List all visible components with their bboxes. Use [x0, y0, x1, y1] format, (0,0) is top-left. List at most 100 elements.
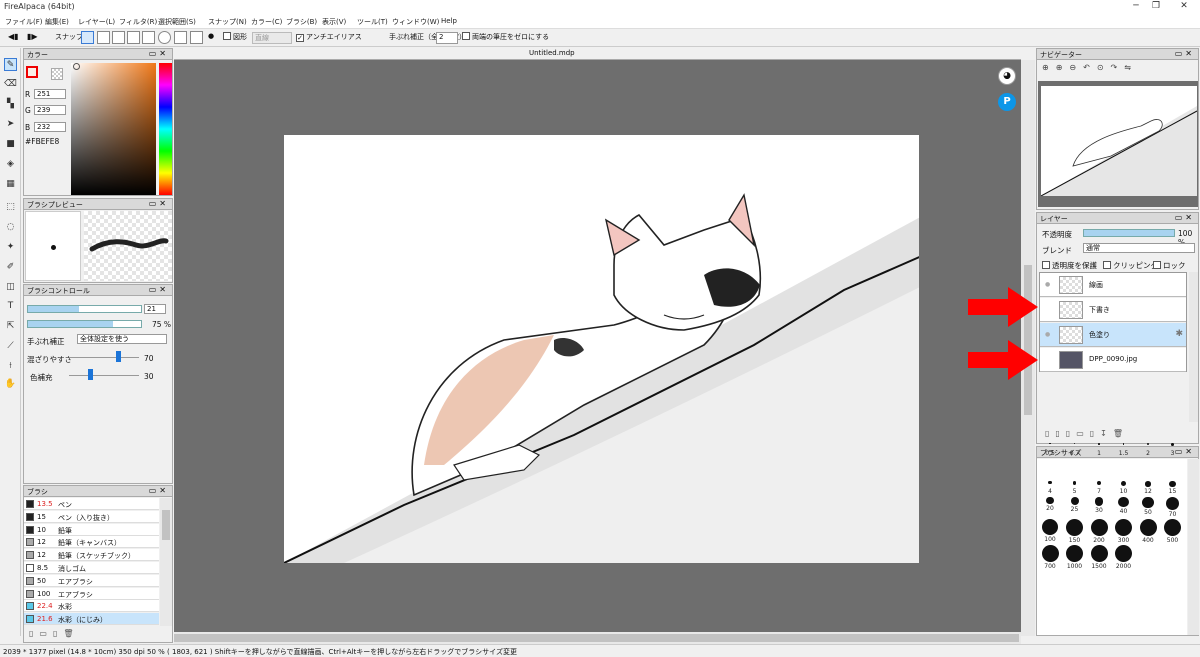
brush-size-cell[interactable]: 300 — [1112, 517, 1136, 544]
brush-size-cell[interactable]: 2000 — [1112, 543, 1136, 570]
menu-tool[interactable]: ツール(T) — [357, 17, 388, 27]
snap-dot-icon[interactable]: ● — [208, 32, 214, 44]
layer-item[interactable]: ● 色塗り ✱ — [1040, 323, 1186, 347]
next-icon[interactable]: ▮▶ — [27, 32, 38, 44]
stab-select[interactable]: 全体設定を使う — [77, 334, 167, 344]
antialias-checkbox[interactable]: アンチエイリアス — [296, 32, 362, 44]
brush-list-actions[interactable]: ▯▭▯🗑 — [29, 629, 80, 638]
snap-parallel-icon[interactable] — [97, 31, 110, 44]
brush-item[interactable]: 15 ペン（入り抜き） — [24, 510, 159, 523]
layer-item[interactable]: DPP_0090.jpg — [1040, 348, 1186, 372]
fill-tool-icon[interactable]: ■ — [4, 138, 17, 151]
eye-icon[interactable]: ● — [1045, 281, 1050, 288]
text-tool-icon[interactable]: T — [4, 300, 17, 313]
brush-size-cell[interactable]: 10 — [1112, 477, 1136, 495]
move-tool-icon[interactable]: ➤ — [4, 118, 17, 131]
artboard[interactable] — [283, 135, 925, 564]
snap-radial-icon[interactable] — [142, 31, 155, 44]
brush-size-cell[interactable]: 3 — [1161, 439, 1185, 457]
brush-size-cell[interactable]: 4 — [1038, 477, 1062, 495]
brush-size-cell[interactable]: 0.7 — [1063, 439, 1087, 457]
brush-size-cell[interactable]: 70 — [1161, 495, 1185, 518]
brush-size-cell[interactable]: 500 — [1161, 517, 1185, 544]
pixiv-icon[interactable]: P — [998, 93, 1016, 111]
snap-off-icon[interactable] — [81, 31, 94, 44]
divide-tool-icon[interactable]: ⟋ — [4, 340, 17, 353]
brush-size-cell[interactable]: 25 — [1063, 495, 1087, 517]
panel-float-close-icon[interactable]: ▭✕ — [1175, 213, 1195, 222]
menu-select[interactable]: 選択範囲(S) — [158, 17, 196, 27]
pen-tool-icon[interactable]: ✎ — [4, 58, 17, 71]
g-input[interactable]: 239 — [34, 105, 66, 115]
lasso-icon[interactable]: ◌ — [4, 221, 17, 234]
menu-view[interactable]: 表示(V) — [322, 17, 346, 27]
select-rect-icon[interactable]: ⬚ — [4, 201, 17, 214]
brush-item[interactable]: 100 エアブラシ — [24, 587, 159, 600]
brush-item[interactable]: 22.4 水彩 — [24, 600, 159, 613]
brush-size-cell[interactable]: 1 — [1087, 439, 1111, 457]
brush-item[interactable]: 10 鉛筆 — [24, 523, 159, 536]
panel-float-close-icon[interactable]: ▭✕ — [149, 49, 169, 58]
alpaca-icon[interactable]: ◕ — [998, 67, 1016, 85]
brush-item[interactable]: 12 鉛筆（キャンバス） — [24, 536, 159, 549]
layer-settings-icon[interactable]: ✱ — [1175, 329, 1183, 339]
brush-size-cell[interactable]: 15 — [1161, 477, 1185, 495]
bucket-tool-icon[interactable]: ◈ — [4, 158, 17, 171]
eyedropper-icon[interactable]: ⟊ — [4, 360, 17, 373]
brush-size-cell[interactable]: 7 — [1087, 477, 1111, 495]
brush-size-cell[interactable]: 1000 — [1063, 543, 1087, 570]
panel-float-close-icon[interactable]: ▭✕ — [1175, 49, 1195, 58]
menu-color[interactable]: カラー(C) — [251, 17, 282, 27]
layer-scrollbar[interactable] — [1189, 272, 1198, 422]
brush-size-cell[interactable]: 50 — [1136, 495, 1160, 517]
minimize-button[interactable]: ─ — [1126, 1, 1146, 11]
brush-size-cell[interactable]: 5 — [1063, 477, 1087, 495]
panel-float-close-icon[interactable]: ▭✕ — [149, 486, 169, 495]
brush-size-cell[interactable]: 0.5 — [1038, 439, 1062, 457]
eye-icon[interactable]: ● — [1045, 331, 1050, 338]
stabilizer-select[interactable]: 2 — [436, 32, 458, 44]
snap-vanish-icon[interactable] — [127, 31, 140, 44]
fill-slider-track[interactable] — [69, 375, 139, 376]
menu-brush[interactable]: ブラシ(B) — [286, 17, 317, 27]
menu-snap[interactable]: スナップ(N) — [208, 17, 247, 27]
navigator-preview[interactable] — [1038, 81, 1198, 207]
mix-slider-thumb[interactable] — [116, 351, 121, 362]
panel-float-close-icon[interactable]: ▭✕ — [149, 199, 169, 208]
brush-list-scrollbar[interactable] — [160, 498, 172, 626]
brush-size-input[interactable]: 21 — [144, 304, 166, 314]
brush-item[interactable]: 13.5 ペン — [24, 498, 159, 510]
brush-size-bar[interactable] — [27, 305, 142, 313]
select-pen-icon[interactable]: ✐ — [4, 261, 17, 274]
snap-curve-icon[interactable] — [174, 31, 187, 44]
canvas-horizontal-scrollbar[interactable] — [174, 632, 1021, 644]
shape-checkbox[interactable]: 図形 — [223, 32, 247, 44]
hue-slider[interactable] — [159, 63, 172, 195]
brush-size-scrollbar[interactable] — [1188, 459, 1199, 635]
layer-actions[interactable]: ▯▯▯▭▯↧🗑 — [1045, 429, 1129, 438]
blend-select[interactable]: 通常 — [1083, 243, 1195, 253]
brush-item[interactable]: 8.5 消しゴム — [24, 562, 159, 574]
panel-float-close-icon[interactable]: ▭✕ — [149, 285, 169, 294]
b-input[interactable]: 232 — [34, 122, 66, 132]
color-picker-cursor[interactable] — [73, 63, 80, 70]
transparent-color-swatch[interactable] — [51, 68, 63, 80]
menu-layer[interactable]: レイヤー(L) — [78, 17, 115, 27]
pressure-checkbox[interactable]: 両端の筆圧をゼロにする — [462, 32, 549, 44]
brush-size-cell[interactable]: 150 — [1063, 517, 1087, 544]
dot-tool-icon[interactable]: ▚ — [4, 98, 17, 111]
maximize-button[interactable]: ❐ — [1146, 1, 1166, 11]
mix-slider-track[interactable] — [69, 357, 139, 358]
operation-tool-icon[interactable]: ⇱ — [4, 320, 17, 333]
layer-opacity-bar[interactable] — [1083, 229, 1175, 237]
brush-size-cell[interactable]: 1500 — [1087, 543, 1111, 570]
snap-cross-icon[interactable] — [112, 31, 125, 44]
layer-item[interactable]: ● 線画 — [1040, 273, 1186, 297]
brush-size-cell[interactable]: 700 — [1038, 543, 1062, 570]
menu-window[interactable]: ウィンドウ(W) — [392, 17, 439, 27]
brush-size-cell[interactable]: 20 — [1038, 495, 1062, 517]
brush-size-cell[interactable]: 40 — [1112, 495, 1136, 517]
fill-slider-thumb[interactable] — [88, 369, 93, 380]
brush-size-cell[interactable]: 200 — [1087, 517, 1111, 544]
magic-wand-icon[interactable]: ✦ — [4, 241, 17, 254]
